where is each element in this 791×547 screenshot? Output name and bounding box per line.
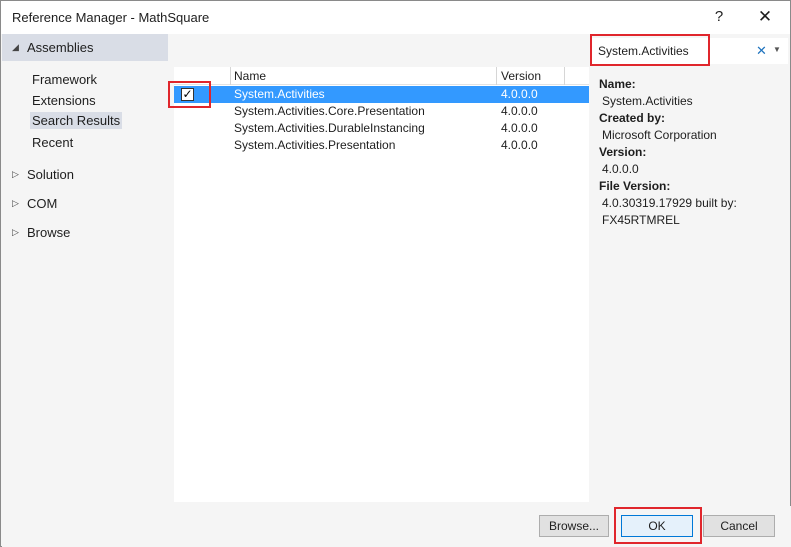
detail-created-value: Microsoft Corporation: [602, 128, 717, 142]
window-title: Reference Manager - MathSquare: [12, 10, 210, 25]
details-panel: System.Activities ✕ ▼ Name: System.Activ…: [590, 34, 790, 504]
detail-version-label: Version:: [599, 145, 647, 159]
table-row[interactable]: System.Activities.DurableInstancing 4.0.…: [174, 120, 589, 137]
detail-created-label: Created by:: [599, 111, 666, 125]
column-separator[interactable]: [230, 67, 231, 85]
detail-file-version-value: 4.0.30319.17929 built by:: [602, 196, 737, 210]
detail-name-value: System.Activities: [602, 94, 693, 108]
nav-item-solution[interactable]: ▷ Solution: [2, 163, 168, 185]
column-separator[interactable]: [564, 67, 565, 85]
list-header: Name Version: [174, 67, 589, 85]
nav-item-label: COM: [27, 196, 58, 211]
assembly-list: Name Version ✓ System.Activities 4.0.0.0…: [174, 67, 589, 502]
detail-file-version-label: File Version:: [599, 179, 671, 193]
collapse-arrow-icon: ▷: [12, 169, 19, 179]
help-button[interactable]: ?: [705, 6, 733, 28]
search-highlight: [590, 34, 710, 66]
assembly-version: 4.0.0.0: [501, 104, 538, 118]
assembly-name: System.Activities.DurableInstancing: [234, 121, 425, 135]
nav-item-browse[interactable]: ▷ Browse: [2, 221, 168, 243]
cancel-button[interactable]: Cancel: [703, 515, 775, 537]
nav-item-framework[interactable]: Framework: [30, 71, 99, 88]
column-header-version[interactable]: Version: [501, 69, 541, 83]
ok-highlight: [614, 507, 702, 544]
assembly-version: 4.0.0.0: [501, 138, 538, 152]
assembly-name: System.Activities.Core.Presentation: [234, 104, 425, 118]
title-bar: Reference Manager - MathSquare ? ✕: [1, 1, 790, 34]
table-row[interactable]: System.Activities.Presentation 4.0.0.0: [174, 137, 589, 154]
nav-panel: ◢ Assemblies Framework Extensions Search…: [2, 34, 170, 504]
nav-item-recent[interactable]: Recent: [30, 134, 75, 151]
detail-name-label: Name:: [599, 77, 636, 91]
nav-item-assemblies[interactable]: ◢ Assemblies: [2, 34, 168, 61]
nav-item-label: Assemblies: [27, 40, 94, 55]
collapse-arrow-icon: ▷: [12, 227, 19, 237]
assembly-name: System.Activities: [234, 87, 325, 101]
reference-manager-window: Reference Manager - MathSquare ? ✕ ◢ Ass…: [0, 0, 791, 547]
assembly-name: System.Activities.Presentation: [234, 138, 396, 152]
detail-file-version-build: FX45RTMREL: [602, 213, 680, 227]
clear-search-icon[interactable]: ✕: [756, 43, 767, 59]
nav-item-label: Browse: [27, 225, 71, 240]
checkbox-highlight: [168, 81, 211, 108]
expand-arrow-icon: ◢: [12, 42, 19, 52]
nav-item-extensions[interactable]: Extensions: [30, 92, 98, 109]
browse-button[interactable]: Browse...: [539, 515, 609, 537]
table-row[interactable]: System.Activities.Core.Presentation 4.0.…: [174, 103, 589, 120]
assembly-version: 4.0.0.0: [501, 87, 538, 101]
column-separator[interactable]: [496, 67, 497, 85]
nav-item-search-results[interactable]: Search Results: [30, 112, 123, 129]
table-row[interactable]: ✓ System.Activities 4.0.0.0: [174, 86, 589, 103]
close-button[interactable]: ✕: [751, 6, 779, 28]
column-header-name[interactable]: Name: [234, 69, 266, 83]
assembly-version: 4.0.0.0: [501, 121, 538, 135]
search-dropdown-icon[interactable]: ▼: [773, 45, 781, 54]
detail-version-value: 4.0.0.0: [602, 162, 639, 176]
collapse-arrow-icon: ▷: [12, 198, 19, 208]
nav-item-label: Solution: [27, 167, 74, 182]
nav-item-com[interactable]: ▷ COM: [2, 192, 168, 214]
